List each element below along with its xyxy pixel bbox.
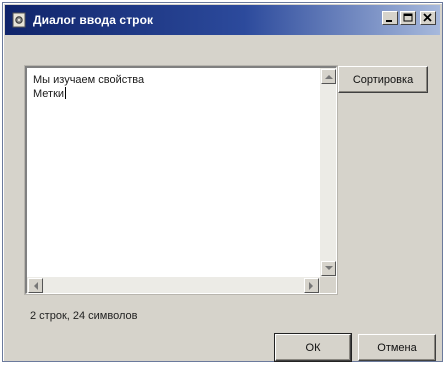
memo-textarea[interactable]: Мы изучаем свойства Метки <box>24 65 338 295</box>
close-icon <box>423 13 432 22</box>
memo-content: Мы изучаем свойства Метки <box>33 74 316 101</box>
arrow-right-icon <box>309 282 313 290</box>
arrow-down-icon <box>325 266 333 270</box>
scroll-down-button[interactable] <box>321 261 336 276</box>
ok-button[interactable]: ОК <box>274 333 352 362</box>
arrow-left-icon <box>34 282 38 290</box>
arrow-up-icon <box>325 75 333 79</box>
maximize-button[interactable] <box>400 11 416 25</box>
vertical-scrollbar[interactable] <box>320 68 336 277</box>
ok-button-label: ОК <box>305 341 321 354</box>
scroll-up-button[interactable] <box>321 69 336 84</box>
sort-button-label: Сортировка <box>352 73 414 86</box>
horizontal-scrollbar[interactable] <box>27 277 320 293</box>
scroll-left-button[interactable] <box>28 278 43 293</box>
minimize-icon <box>386 20 392 22</box>
text-caret <box>65 87 67 99</box>
title-bar[interactable]: Диалог ввода строк <box>5 5 440 35</box>
cancel-button[interactable]: Отмена <box>358 334 436 361</box>
scroll-right-button[interactable] <box>304 278 319 293</box>
window-controls <box>382 11 436 25</box>
sort-button[interactable]: Сортировка <box>338 66 428 93</box>
dialog-window: Диалог ввода строк Мы изучаем свойства М… <box>2 2 443 362</box>
app-icon <box>11 12 27 28</box>
close-button[interactable] <box>420 11 436 25</box>
cancel-button-label: Отмена <box>377 341 417 354</box>
maximize-icon <box>403 13 413 22</box>
window-title: Диалог ввода строк <box>33 13 154 27</box>
minimize-button[interactable] <box>382 11 398 25</box>
memo-line-1: Мы изучаем свойства <box>33 74 145 86</box>
status-text: 2 строк, 24 символов <box>30 310 138 322</box>
scrollbar-corner <box>320 277 336 293</box>
memo-line-2: Метки <box>33 88 65 100</box>
